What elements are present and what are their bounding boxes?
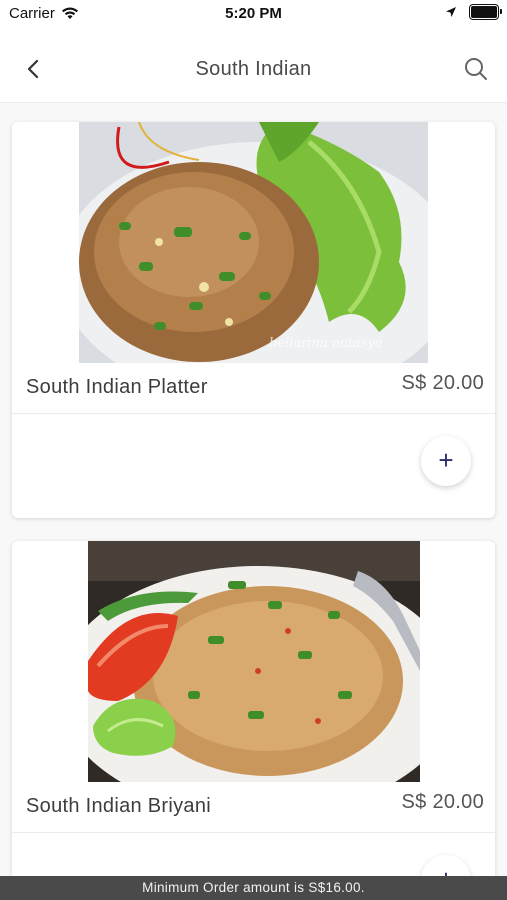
battery-icon [469,4,502,20]
search-button[interactable] [461,54,491,84]
item-name: South Indian Platter [26,376,208,398]
menu-item-card[interactable]: South Indian Briyani S$ 20.00 + [12,541,495,878]
status-bar: Carrier 5:20 PM [0,0,507,28]
battery-fill [471,6,497,18]
min-order-banner: Minimum Order amount is S$16.00. [0,876,507,900]
location-arrow-icon [446,7,456,17]
page-title: South Indian [195,58,312,80]
nav-bar: South Indian [0,40,507,103]
item-price: S$ 20.00 [401,791,484,813]
item-price: S$ 20.00 [401,372,484,394]
item-name: South Indian Briyani [26,795,212,817]
status-right [445,4,502,20]
menu-list[interactable]: bellarina natasya South Indian Platter S… [0,103,507,878]
watermark: bellarina natasya [269,336,383,351]
plus-icon: + [438,445,454,475]
divider [12,413,495,414]
food-image [88,541,420,782]
menu-item-card[interactable]: bellarina natasya South Indian Platter S… [12,122,495,518]
food-image: bellarina natasya [79,122,428,363]
add-to-cart-button[interactable]: + [421,436,471,486]
add-to-cart-button[interactable]: + [421,855,471,878]
divider [12,832,495,833]
status-time: 5:20 PM [225,5,282,22]
search-icon [465,58,487,80]
